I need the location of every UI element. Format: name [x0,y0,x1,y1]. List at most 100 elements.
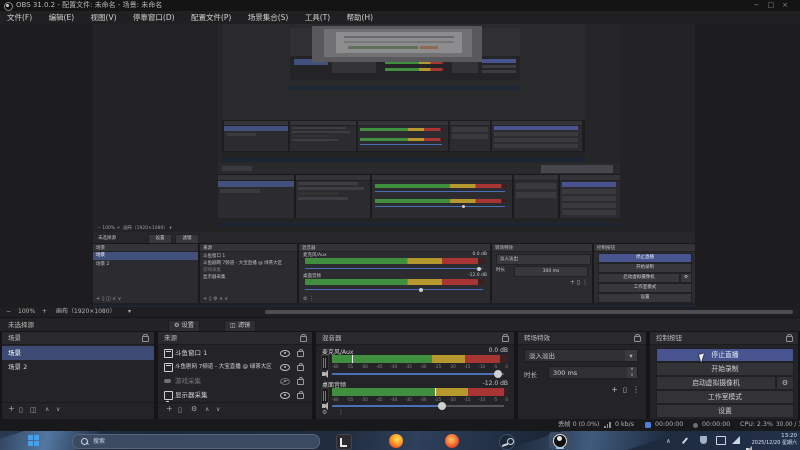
search-icon [81,437,88,445]
advanced-audio-icon[interactable]: ⚙ [322,409,327,416]
lock-icon[interactable] [142,334,149,342]
bitrate-signal-icon [604,419,612,431]
transition-select[interactable]: 淡入淡出 ▾ [524,349,638,362]
close-button[interactable]: × [782,1,796,9]
taskbar-clock[interactable]: 13:20 2025/12/20 星期六 [752,433,797,447]
menu-file[interactable]: 文件(F) [0,11,39,24]
volume-slider[interactable] [332,370,504,378]
volume-slider[interactable] [332,402,504,410]
tray-pen-icon[interactable] [681,437,688,444]
transitions-dock-header[interactable]: 转场特效 [518,332,646,345]
start-recording-button[interactable]: 开始录制 [656,362,794,376]
source-row[interactable]: 游戏采集 [158,374,312,388]
stream-status-icon [645,422,651,428]
controls-dock-header[interactable]: 控制按钮 [650,332,798,345]
source-down-button[interactable]: ∨ [216,406,220,413]
tray-display-icon[interactable] [716,436,726,445]
add-source-button[interactable]: + [166,404,173,413]
menu-scene-collection[interactable]: 场景集合(S) [241,11,296,24]
virtual-camera-settings-button[interactable]: ⚙ [776,376,794,390]
taskbar-app-steam[interactable] [499,433,515,450]
remove-source-button[interactable]: ▯ [178,406,182,414]
transition-menu-icon[interactable]: ⋮ [632,385,640,394]
add-transition-button[interactable]: + [611,385,618,394]
obs-logo-icon [4,2,13,11]
record-time: 00:00:00 [702,421,731,428]
menu-view[interactable]: 视图(V) [84,11,124,24]
lock-icon[interactable] [297,391,304,399]
speaker-icon[interactable] [322,370,328,378]
display-capture-icon [164,391,173,402]
lock-icon[interactable] [300,334,307,342]
preview-canvas[interactable]: − 100% + 画布（1920×1080） ▾ 未选择源 设置 滤镜 场景 场… [0,24,800,307]
add-scene-button[interactable]: + [8,404,15,413]
source-row[interactable]: 斗鱼剧网 7频道 - 大宝直播 @ 绿茶大区 [158,360,312,374]
studio-mode-button[interactable]: 工作室模式 [656,390,794,404]
speaker-icon[interactable] [322,402,328,410]
menu-help[interactable]: 帮助(H) [340,11,381,24]
windows-start-button[interactable] [28,435,39,446]
taskbar-search-input[interactable]: 搜索 [72,433,320,449]
tray-network-icon[interactable] [732,436,740,444]
visibility-eye-icon[interactable] [280,364,290,371]
lock-icon[interactable] [634,334,641,342]
mixer-menu-icon[interactable]: ⋮ [338,409,344,416]
scene-up-button[interactable]: ∧ [45,406,49,413]
menu-tools[interactable]: 工具(T) [298,11,337,24]
taskbar-app-flame[interactable] [445,433,459,448]
maximize-button[interactable]: □ [768,1,783,9]
lock-icon[interactable] [297,363,304,371]
scenes-dock: 场景 场景 场景 2 + ▯ ◫ ∧ ∨ [2,332,154,419]
controls-dock: 控制按钮 停止直播 开始录制 启动虚拟摄像机 ⚙ 工作室模式 设置 [650,332,798,419]
visibility-eye-off-icon[interactable] [280,378,290,385]
settings-button[interactable]: 设置 [656,404,794,418]
mixer-dock-header[interactable]: 混音器 [316,332,514,345]
source-properties-button[interactable]: ⚙ [191,405,197,413]
stop-streaming-button[interactable]: 停止直播 [656,348,794,362]
zoom-in-button[interactable]: + [42,307,47,317]
meter-ticks: -60 -55 -50 -45 -40 -35 -30 -25 -20 -15 -10 -5 0 [332,397,508,402]
dropped-frames: 丢帧 0 (0.0%) [558,421,600,428]
visibility-eye-icon[interactable] [280,350,290,357]
chevron-down-icon[interactable]: ▾ [625,350,637,361]
duration-label: 时长 [524,371,537,379]
scene-down-button[interactable]: ∨ [56,406,60,413]
tray-chevron-icon[interactable]: ∧ [666,437,671,445]
taskbar-app-firefox[interactable] [389,433,403,448]
minimize-button[interactable]: − [754,1,768,9]
source-row[interactable]: 斗鱼窗口 1 [158,346,312,360]
zoom-level: 100% [18,308,36,315]
scene-item-1[interactable]: 场景 [2,346,154,360]
tray-volume-icon[interactable] [746,437,752,450]
tray-shield-icon[interactable] [700,436,707,444]
lock-icon[interactable] [786,334,793,342]
sources-dock-header[interactable]: 来源 [158,332,312,345]
wallpaper-streak [512,431,668,450]
lock-icon[interactable] [297,377,304,385]
source-row[interactable]: 显示器采集 [158,388,312,402]
duration-input[interactable]: 300 ms ∧ ∨ [548,366,638,379]
lock-icon[interactable] [502,334,509,342]
lock-icon[interactable] [297,349,304,357]
remove-scene-button[interactable]: ▯ [19,406,23,414]
canvas-dropdown-arrow[interactable]: ▾ [128,307,131,317]
status-bar: 丢帧 0 (0.0%) 0 kb/s 00:00:00 00:00:00 CPU… [0,419,800,431]
menu-docks[interactable]: 停靠窗口(D) [126,11,182,24]
visibility-eye-icon[interactable] [280,392,290,399]
scenes-dock-header[interactable]: 场景 [2,332,154,345]
cpu-usage: CPU: 2.3% [740,421,773,428]
source-up-button[interactable]: ∧ [205,406,209,413]
spinner-arrows[interactable]: ∧ ∨ [627,367,637,378]
zoom-out-button[interactable]: − [6,307,11,317]
taskbar-app-files[interactable] [336,433,352,450]
preview-horizontal-scrollbar[interactable] [265,310,793,314]
menu-edit[interactable]: 编辑(E) [42,11,82,24]
scene-filters-button[interactable]: ◫ [30,406,37,414]
remove-transition-button[interactable]: ▯ [623,386,627,394]
mixer-dock: 混音器 麦克风/Aux 0.0 dB -60 -55 -50 -45 -40 -35 -30… [316,332,514,419]
start-virtual-camera-button[interactable]: 启动虚拟摄像机 [656,376,776,390]
canvas-size-label: 画布（1920×1080） [56,308,116,315]
scene-item-2[interactable]: 场景 2 [2,360,154,374]
menu-profile[interactable]: 配置文件(P) [184,11,238,24]
taskbar-app-obs-active[interactable] [549,432,571,449]
